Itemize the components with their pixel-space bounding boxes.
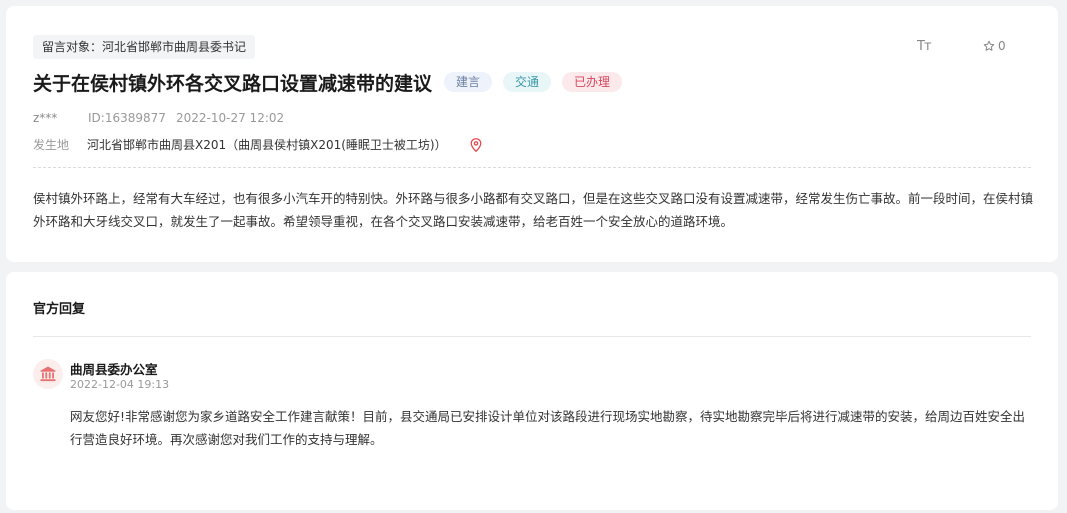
star-icon bbox=[983, 40, 995, 51]
message-card: 留言对象：河北省邯郸市曲周县委书记 Tт 0 关于在侯村镇外环各交叉路口设置减速… bbox=[6, 6, 1058, 262]
avatar bbox=[33, 359, 63, 389]
message-target-tag: 留言对象：河北省邯郸市曲周县委书记 bbox=[33, 35, 256, 59]
status-badge: 已办理 bbox=[562, 72, 623, 92]
favorite-count: 0 bbox=[998, 39, 1006, 53]
category-badge: 建言 bbox=[444, 72, 493, 92]
location-pin-icon[interactable] bbox=[470, 137, 482, 152]
location-label: 发生地 bbox=[33, 138, 70, 152]
reply-heading: 官方回复 bbox=[33, 302, 86, 317]
location-row: 发生地 河北省邯郸市曲周县X201（曲周县侯村镇X201(睡眠卫士被工坊)） bbox=[33, 136, 482, 153]
message-body: 侯村镇外环路上，经常有大车经过，也有很多小汽车开的特别快。外环路与很多小路都有交… bbox=[33, 191, 1034, 229]
post-meta: z*** ID:16389877 2022-10-27 12:02 bbox=[33, 111, 284, 125]
reply-datetime: 2022-12-04 19:13 bbox=[70, 378, 170, 391]
topic-badge: 交通 bbox=[503, 72, 552, 92]
location-value: 河北省邯郸市曲周县X201（曲周县侯村镇X201(睡眠卫士被工坊)） bbox=[87, 138, 447, 152]
divider bbox=[33, 336, 1031, 337]
government-building-icon bbox=[40, 366, 56, 382]
reply-body: 网友您好!非常感谢您为家乡道路安全工作建言献策！目前，县交通局已安排设计单位对该… bbox=[70, 409, 1026, 447]
official-reply-card: 官方回复 曲周县委办公室 2022-12-04 19:13 网友您好!非常感谢您… bbox=[6, 272, 1058, 510]
post-id: ID:16389877 bbox=[88, 111, 166, 125]
post-datetime: 2022-10-27 12:02 bbox=[176, 111, 285, 125]
favorite-button[interactable]: 0 bbox=[983, 39, 1006, 53]
divider bbox=[33, 167, 1031, 168]
page-title: 关于在侯村镇外环各交叉路口设置减速带的建议 bbox=[33, 72, 433, 95]
title-row: 关于在侯村镇外环各交叉路口设置减速带的建议 建言 交通 已办理 bbox=[33, 66, 623, 98]
reply-author: 曲周县委办公室 bbox=[70, 362, 158, 377]
post-author: z*** bbox=[33, 111, 58, 125]
font-size-icon[interactable]: Tт bbox=[917, 39, 931, 54]
